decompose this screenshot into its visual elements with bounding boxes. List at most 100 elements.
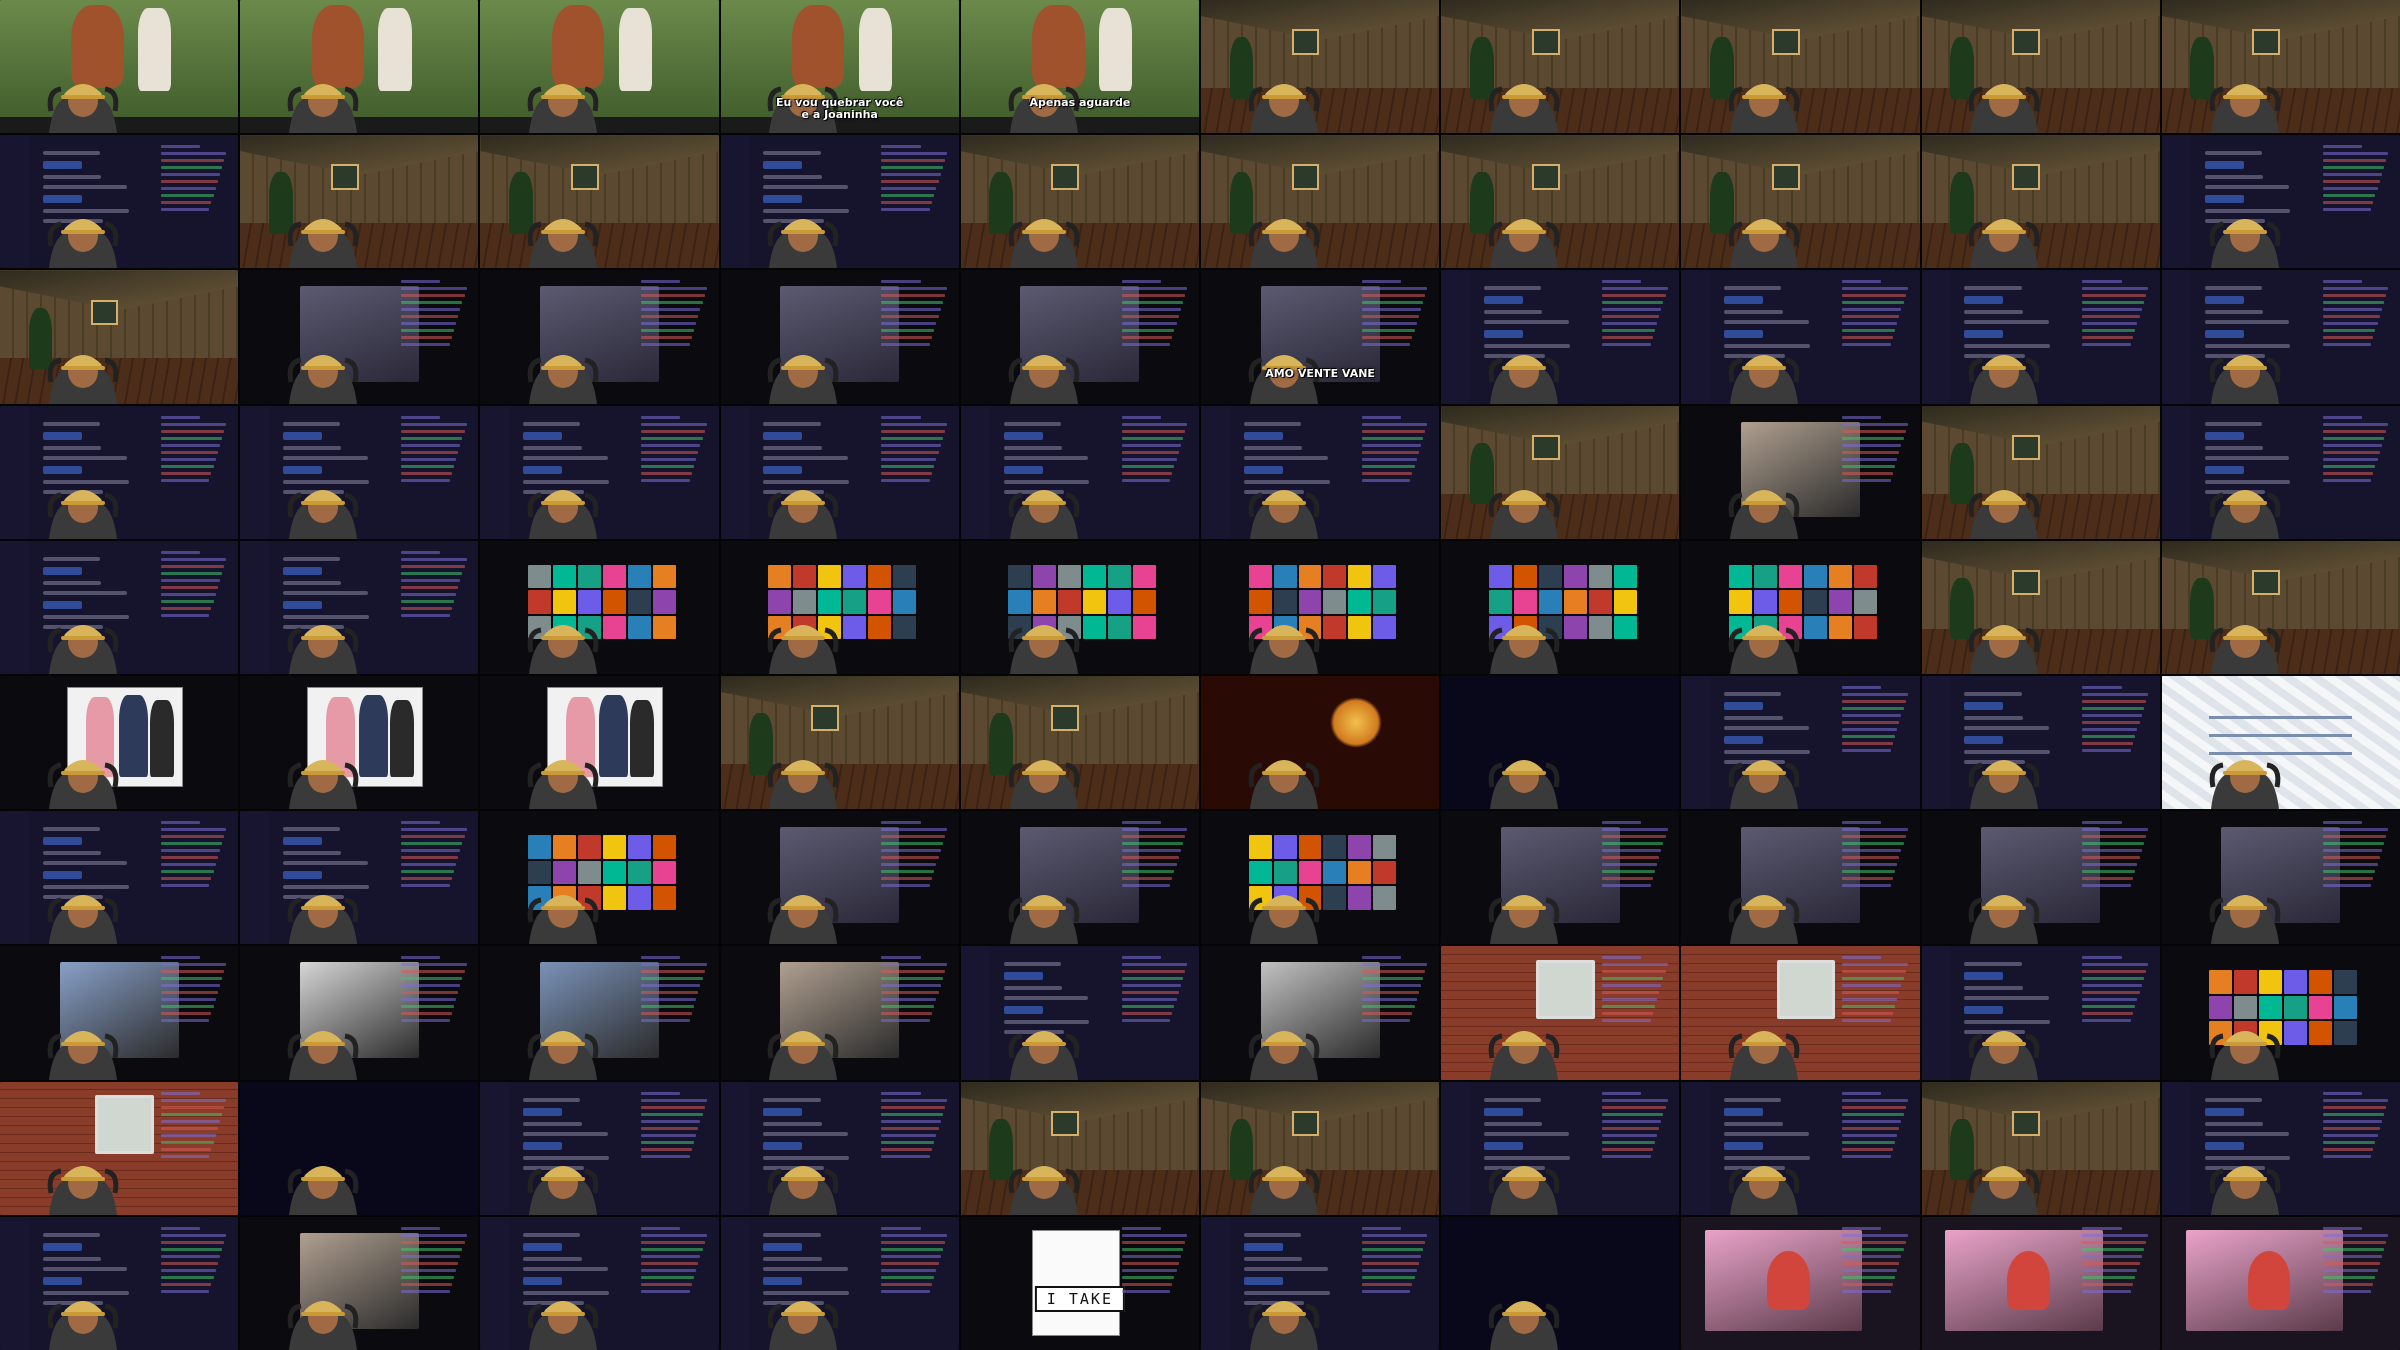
video-thumbnail[interactable]	[552, 835, 576, 859]
video-thumbnail[interactable]	[868, 590, 891, 614]
video-thumbnail[interactable]	[892, 615, 916, 640]
video-thumbnail[interactable]	[1083, 564, 1107, 589]
video-thumbnail[interactable]	[2309, 995, 2333, 1020]
video-thumbnail[interactable]	[1273, 835, 1297, 859]
form-button[interactable]	[763, 161, 803, 170]
video-thumbnail[interactable]	[528, 564, 551, 589]
video-thumbnail[interactable]	[843, 590, 867, 614]
video-thumbnail[interactable]	[627, 886, 651, 910]
video-thumbnail[interactable]	[1058, 564, 1082, 589]
video-thumbnail[interactable]	[1613, 564, 1637, 589]
video-thumbnail[interactable]	[1108, 590, 1132, 614]
video-thumbnail[interactable]	[627, 860, 651, 885]
video-thumbnail[interactable]	[1828, 564, 1852, 589]
video-thumbnail[interactable]	[1488, 590, 1512, 614]
form-button[interactable]	[763, 431, 803, 440]
video-thumbnail[interactable]	[1853, 590, 1877, 614]
video-thumbnail[interactable]	[627, 564, 651, 589]
video-thumbnail[interactable]	[1298, 590, 1322, 614]
video-thumbnail[interactable]	[2334, 970, 2358, 994]
form-button[interactable]	[42, 431, 82, 440]
video-thumbnail[interactable]	[1538, 590, 1562, 614]
form-button[interactable]	[42, 600, 82, 609]
form-button[interactable]	[2204, 330, 2244, 339]
form-button[interactable]	[1484, 296, 1523, 305]
video-thumbnail[interactable]	[1373, 564, 1397, 589]
form-button[interactable]	[1964, 296, 2004, 305]
form-button[interactable]	[1243, 465, 1283, 474]
video-thumbnail[interactable]	[2309, 970, 2333, 994]
video-thumbnail[interactable]	[1133, 615, 1157, 640]
form-button[interactable]	[1484, 330, 1523, 339]
form-button[interactable]	[523, 431, 563, 440]
form-button[interactable]	[763, 1276, 803, 1285]
video-thumbnail[interactable]	[1563, 564, 1587, 589]
video-thumbnail[interactable]	[1373, 860, 1397, 885]
video-thumbnail[interactable]	[818, 564, 842, 589]
form-button[interactable]	[42, 566, 82, 575]
video-thumbnail[interactable]	[602, 564, 626, 589]
video-thumbnail[interactable]	[1803, 564, 1827, 589]
video-thumbnail[interactable]	[2259, 995, 2283, 1020]
video-thumbnail[interactable]	[577, 835, 601, 859]
video-thumbnail[interactable]	[1729, 590, 1752, 614]
form-button[interactable]	[42, 465, 82, 474]
video-thumbnail[interactable]	[1373, 615, 1397, 640]
video-thumbnail[interactable]	[652, 886, 676, 910]
video-thumbnail[interactable]	[892, 590, 916, 614]
form-button[interactable]	[42, 871, 82, 880]
video-thumbnail[interactable]	[1298, 860, 1322, 885]
form-button[interactable]	[1243, 431, 1283, 440]
video-thumbnail[interactable]	[528, 590, 551, 614]
video-thumbnail[interactable]	[552, 564, 576, 589]
form-button[interactable]	[2204, 161, 2244, 170]
video-thumbnail[interactable]	[1108, 615, 1132, 640]
video-thumbnail[interactable]	[1373, 590, 1397, 614]
video-thumbnail[interactable]	[627, 590, 651, 614]
video-thumbnail[interactable]	[2234, 970, 2258, 994]
video-thumbnail[interactable]	[2234, 995, 2258, 1020]
video-thumbnail[interactable]	[1853, 615, 1877, 640]
form-button[interactable]	[523, 1141, 563, 1150]
video-thumbnail[interactable]	[1323, 615, 1347, 640]
video-thumbnail[interactable]	[1083, 615, 1107, 640]
video-thumbnail[interactable]	[1348, 886, 1372, 910]
video-thumbnail[interactable]	[1613, 590, 1637, 614]
video-thumbnail[interactable]	[1008, 564, 1032, 589]
form-button[interactable]	[763, 1141, 803, 1150]
video-thumbnail[interactable]	[843, 564, 867, 589]
form-button[interactable]	[2204, 195, 2244, 204]
form-button[interactable]	[1724, 701, 1764, 710]
video-thumbnail[interactable]	[1348, 590, 1372, 614]
form-button[interactable]	[1003, 972, 1043, 981]
form-button[interactable]	[1003, 431, 1043, 440]
video-thumbnail[interactable]	[868, 564, 891, 589]
form-button[interactable]	[1724, 1107, 1764, 1116]
video-thumbnail[interactable]	[1248, 590, 1272, 614]
form-button[interactable]	[42, 1276, 82, 1285]
form-button[interactable]	[2204, 465, 2244, 474]
video-thumbnail[interactable]	[577, 860, 601, 885]
form-button[interactable]	[523, 465, 563, 474]
video-thumbnail[interactable]	[602, 835, 626, 859]
video-thumbnail[interactable]	[1273, 590, 1297, 614]
video-thumbnail[interactable]	[627, 835, 651, 859]
form-button[interactable]	[283, 837, 322, 846]
video-thumbnail[interactable]	[892, 564, 916, 589]
video-thumbnail[interactable]	[1563, 615, 1587, 640]
video-thumbnail[interactable]	[1298, 564, 1322, 589]
video-thumbnail[interactable]	[1588, 564, 1612, 589]
video-thumbnail[interactable]	[1273, 860, 1297, 885]
form-button[interactable]	[1964, 735, 2004, 744]
video-thumbnail[interactable]	[1033, 590, 1057, 614]
form-button[interactable]	[283, 600, 322, 609]
video-thumbnail[interactable]	[1083, 590, 1107, 614]
video-thumbnail[interactable]	[1008, 590, 1032, 614]
video-thumbnail[interactable]	[768, 590, 792, 614]
form-button[interactable]	[42, 1242, 82, 1251]
video-thumbnail[interactable]	[652, 860, 676, 885]
video-thumbnail[interactable]	[1778, 590, 1802, 614]
video-thumbnail[interactable]	[1248, 835, 1272, 859]
form-button[interactable]	[1724, 735, 1764, 744]
video-thumbnail[interactable]	[1753, 590, 1777, 614]
